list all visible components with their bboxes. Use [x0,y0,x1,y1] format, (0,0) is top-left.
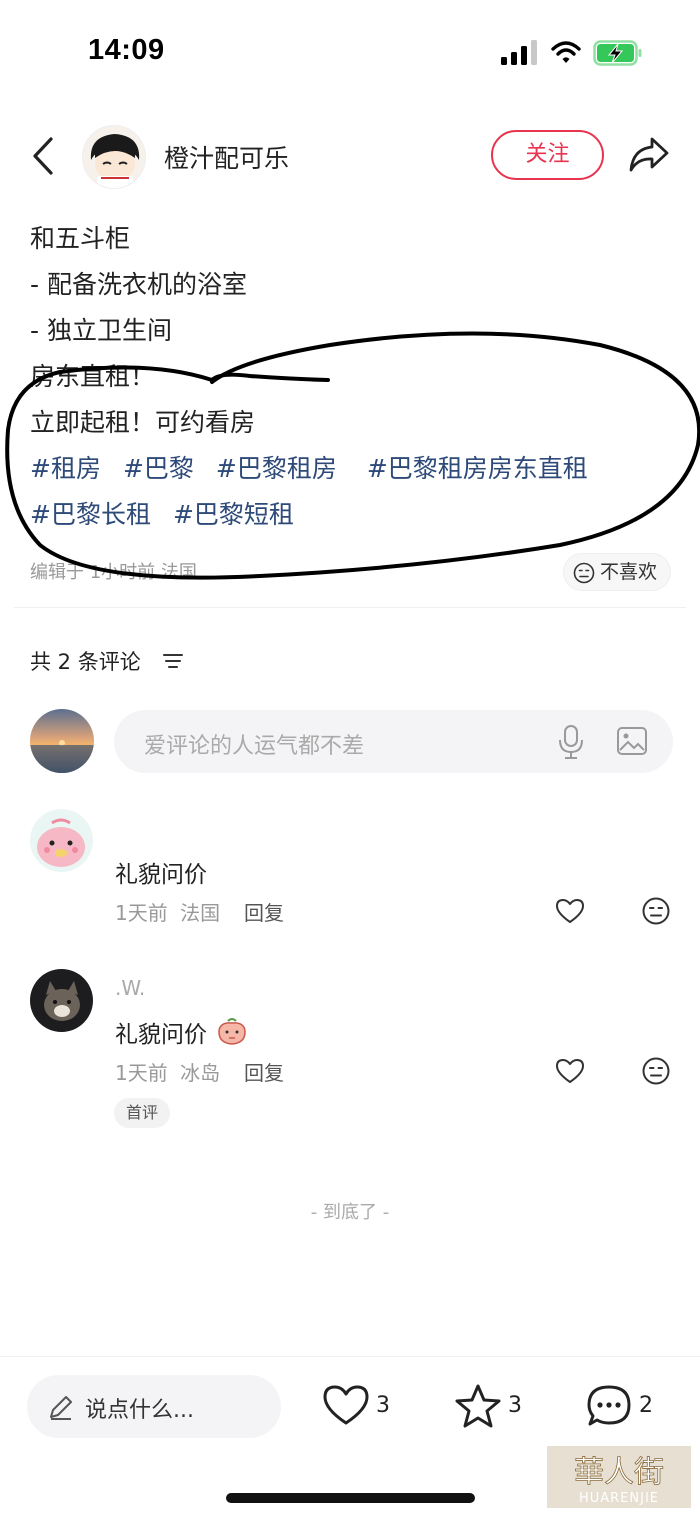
comment-text-body: 礼貌问价 [115,1022,207,1048]
author-name[interactable]: 橙汁配可乐 [164,139,289,175]
post-text-line: - 配备洗衣机的浴室 [30,270,247,299]
peach-emoji-icon [218,1018,247,1045]
commenter-name[interactable]: .W. [115,976,145,1000]
svg-text:華人街: 華人街 [574,1455,664,1490]
comment-count: 2 [639,1393,653,1418]
section-divider [14,607,686,608]
huarenjie-watermark-logo: 華人街 HUARENJIE [547,1446,691,1508]
reply-button[interactable]: 回复 [244,897,284,926]
post-text-line: - 独立卫生间 [30,316,172,345]
current-user-avatar [30,709,94,773]
comment-time: 1天前 [115,901,168,925]
hashtag-link[interactable]: #租房 [30,454,101,483]
comments-count-header: 共 2 条评论 [30,650,141,674]
reply-button[interactable]: 回复 [244,1057,284,1086]
heart-icon [323,1385,369,1425]
cellular-signal-icon [501,40,537,65]
comment-text: 礼貌问价 [115,1015,248,1049]
collect-count: 3 [508,1393,522,1418]
tag-row: #租房 #巴黎 #巴黎租房 #巴黎租房房东直租 [30,446,690,492]
dislike-face-icon[interactable] [641,896,671,926]
sort-filter-icon[interactable] [162,652,184,670]
neutral-face-icon [573,562,595,584]
hashtag-link[interactable]: #巴黎租房 [216,454,337,483]
hashtag-link[interactable]: #巴黎 [123,454,194,483]
dislike-label: 不喜欢 [600,561,658,583]
comment-time: 1天前 [115,1061,168,1085]
commenter-avatar[interactable] [30,969,93,1032]
heart-icon[interactable] [555,897,585,925]
comment-meta: 1天前 法国 [115,897,220,926]
post-text-line: 立即起租！可约看房 [30,408,256,437]
end-of-list-marker: - 到底了 - [310,1202,390,1223]
comment-location: 冰岛 [180,1061,221,1085]
say-something-input[interactable]: 说点什么... [27,1375,281,1438]
share-icon[interactable] [628,136,670,174]
status-bar: 14:09 [0,0,700,100]
home-indicator [226,1493,475,1503]
author-avatar[interactable] [82,125,146,189]
post-text-line: 房东直租！ [30,362,156,391]
pencil-icon [50,1396,72,1420]
hashtag-link[interactable]: #巴黎长租 [30,500,151,529]
comment-action[interactable]: 2 [585,1383,655,1431]
commenter-avatar[interactable] [30,809,93,872]
like-count: 3 [376,1393,390,1418]
post-nav-bar: 橙汁配可乐 关注 [0,118,700,194]
post-text-line: 和五斗柜 [30,224,131,253]
image-picker-icon[interactable] [616,726,648,756]
status-time: 14:09 [88,34,165,66]
say-something-placeholder: 说点什么... [85,1398,194,1423]
comment-location: 法国 [180,901,221,925]
star-icon [455,1384,501,1428]
hashtag-link[interactable]: #巴黎租房房东直租 [367,454,588,483]
microphone-icon[interactable] [557,724,585,760]
comment-input-placeholder: 爱评论的人运气都不差 [144,734,365,759]
collect-action[interactable]: 3 [454,1383,526,1431]
hashtag-link[interactable]: #巴黎短租 [173,500,294,529]
post-content: 和五斗柜 - 配备洗衣机的浴室 - 独立卫生间 房东直租！ 立即起租！可约看房 [30,216,690,446]
dislike-face-icon[interactable] [641,1056,671,1086]
first-comment-badge: 首评 [114,1098,170,1128]
like-action[interactable]: 3 [322,1383,392,1431]
follow-button[interactable]: 关注 [491,130,604,180]
battery-charging-icon [593,40,642,66]
wifi-icon [551,41,581,63]
comment-bubble-icon [587,1385,631,1426]
comment-text: 礼貌问价 [115,862,207,888]
back-arrow-icon[interactable] [30,136,56,176]
post-tags: #租房 #巴黎 #巴黎租房 #巴黎租房房东直租 #巴黎长租 #巴黎短租 [30,446,690,538]
post-edit-meta: 编辑于 1小时前 法国 [30,562,197,583]
tag-row: #巴黎长租 #巴黎短租 [30,492,690,538]
comment-input[interactable]: 爱评论的人运气都不差 [114,710,673,773]
comment-meta: 1天前 冰岛 [115,1057,220,1086]
heart-icon[interactable] [555,1057,585,1085]
dislike-button[interactable]: 不喜欢 [563,553,671,591]
svg-text:HUARENJIE: HUARENJIE [579,1491,659,1506]
